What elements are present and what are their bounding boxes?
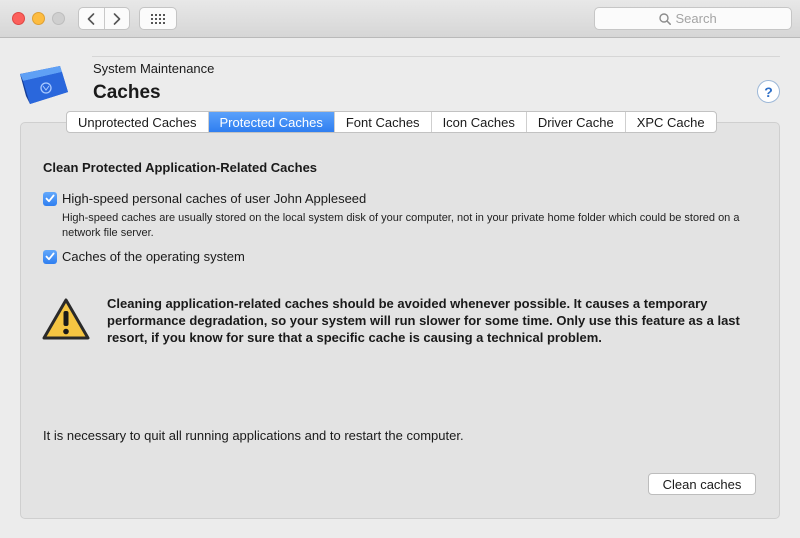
personal-caches-label: High-speed personal caches of user John … — [62, 191, 367, 206]
option-os-caches[interactable]: Caches of the operating system — [43, 249, 245, 264]
tab-bar: Unprotected Caches Protected Caches Font… — [66, 111, 717, 133]
trash-bin-icon — [20, 66, 68, 104]
os-caches-label: Caches of the operating system — [62, 249, 245, 264]
checkmark-icon — [45, 252, 55, 261]
personal-caches-description: High-speed caches are usually stored on … — [62, 212, 740, 239]
close-window-button[interactable] — [12, 12, 25, 25]
forward-button[interactable] — [103, 8, 130, 29]
help-button[interactable]: ? — [757, 80, 780, 103]
window: System Maintenance Caches ? Unprotected … — [0, 0, 800, 538]
tab-font-caches[interactable]: Font Caches — [333, 112, 431, 132]
nav-buttons — [78, 7, 130, 30]
back-icon — [87, 12, 95, 25]
section-title: Clean Protected Application-Related Cach… — [43, 160, 318, 175]
search-field[interactable] — [594, 7, 792, 30]
warning-message: Cleaning application-related caches shou… — [107, 296, 740, 345]
search-icon — [658, 12, 671, 25]
section-name: System Maintenance — [93, 61, 215, 76]
tab-driver-cache[interactable]: Driver Cache — [525, 112, 625, 132]
search-input[interactable] — [675, 11, 728, 26]
minimize-window-button[interactable] — [32, 12, 45, 25]
page-title: Caches — [93, 82, 161, 103]
tab-unprotected-caches[interactable]: Unprotected Caches — [67, 112, 208, 132]
zoom-window-button[interactable] — [52, 12, 65, 25]
back-button[interactable] — [79, 8, 104, 29]
tab-icon-caches[interactable]: Icon Caches — [430, 112, 526, 132]
clean-caches-button[interactable]: Clean caches — [648, 473, 756, 495]
grid-icon — [151, 13, 165, 24]
toolbar — [0, 0, 800, 38]
personal-caches-checkbox[interactable] — [43, 191, 57, 206]
tab-protected-caches[interactable]: Protected Caches — [207, 112, 334, 132]
os-caches-checkbox[interactable] — [43, 249, 57, 264]
header-divider — [92, 56, 780, 57]
restart-note: It is necessary to quit all running appl… — [43, 428, 464, 443]
tab-xpc-cache[interactable]: XPC Cache — [624, 112, 716, 132]
help-icon: ? — [764, 83, 773, 100]
forward-icon — [113, 12, 121, 25]
option-personal-caches[interactable]: High-speed personal caches of user John … — [43, 191, 366, 206]
warning-icon — [42, 298, 90, 340]
checkmark-icon — [45, 194, 55, 203]
show-all-button[interactable] — [139, 7, 177, 30]
